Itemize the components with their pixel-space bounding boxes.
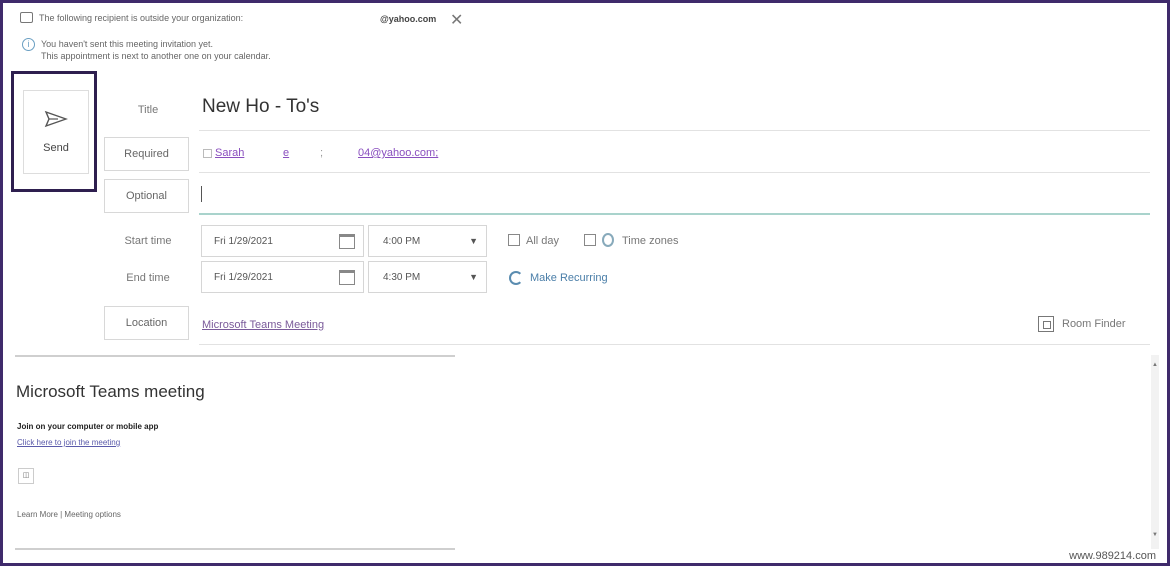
body-divider-bottom bbox=[15, 548, 455, 550]
watermark: www.989214.com bbox=[1065, 549, 1160, 563]
location-underline bbox=[199, 344, 1150, 345]
end-date-input[interactable]: Fri 1/29/2021 bbox=[201, 261, 364, 293]
make-recurring-button[interactable]: Make Recurring bbox=[530, 272, 608, 284]
room-finder-button[interactable]: Room Finder bbox=[1062, 318, 1126, 330]
send-icon bbox=[44, 110, 68, 128]
end-date-value: Fri 1/29/2021 bbox=[214, 271, 273, 283]
start-time-value: 4:00 PM bbox=[383, 235, 421, 247]
attendee-email[interactable]: 04@yahoo.com; bbox=[358, 147, 438, 159]
info-icon: i bbox=[22, 38, 35, 51]
conflict-text: This appointment is next to another one … bbox=[41, 51, 271, 61]
required-button[interactable]: Required bbox=[104, 137, 189, 171]
join-heading: Join on your computer or mobile app bbox=[17, 422, 159, 431]
end-time-select[interactable]: 4:30 PM ▼ bbox=[368, 261, 487, 293]
all-day-label: All day bbox=[526, 235, 560, 247]
title-input[interactable]: New Ho - To's bbox=[202, 96, 319, 118]
all-day-checkbox[interactable] bbox=[508, 234, 520, 246]
start-time-label: Start time bbox=[124, 235, 172, 247]
end-time-label: End time bbox=[126, 272, 170, 284]
calendar-icon[interactable] bbox=[339, 270, 355, 285]
send-button[interactable]: Send bbox=[23, 90, 89, 174]
chevron-down-icon: ▼ bbox=[469, 236, 478, 246]
external-domain: @yahoo.com bbox=[380, 14, 437, 24]
recurrence-icon bbox=[509, 271, 523, 285]
join-meeting-link[interactable]: Click here to join the meeting bbox=[17, 438, 120, 447]
location-input[interactable]: Microsoft Teams Meeting bbox=[202, 319, 324, 331]
attendee-initial[interactable]: e bbox=[283, 147, 289, 159]
start-time-select[interactable]: 4:00 PM ▼ bbox=[368, 225, 487, 257]
room-finder-icon[interactable] bbox=[1038, 316, 1054, 332]
end-time-value: 4:30 PM bbox=[383, 271, 421, 283]
meeting-options-link[interactable]: Learn More | Meeting options bbox=[17, 510, 121, 519]
body-scrollbar[interactable] bbox=[1151, 355, 1159, 555]
title-label: Title bbox=[137, 104, 159, 116]
attendee-name[interactable]: Sarah bbox=[215, 147, 244, 159]
title-underline bbox=[199, 130, 1150, 131]
external-notice-text: The following recipient is outside your … bbox=[39, 12, 244, 23]
chevron-down-icon: ▼ bbox=[469, 272, 478, 282]
optional-button[interactable]: Optional bbox=[104, 179, 189, 213]
not-sent-notice: i You haven't sent this meeting invitati… bbox=[22, 38, 271, 62]
time-zones-checkbox[interactable] bbox=[584, 234, 596, 246]
globe-icon bbox=[602, 233, 614, 247]
optional-input-underline bbox=[199, 213, 1150, 215]
teams-meeting-title: Microsoft Teams meeting bbox=[16, 382, 205, 401]
body-divider-top bbox=[15, 355, 455, 357]
image-placeholder-icon: ◫ bbox=[18, 468, 34, 484]
scroll-up-icon[interactable]: ▲ bbox=[1151, 362, 1159, 368]
calendar-icon[interactable] bbox=[339, 234, 355, 249]
attendee-checkbox bbox=[203, 149, 212, 158]
start-date-input[interactable]: Fri 1/29/2021 bbox=[201, 225, 364, 257]
start-date-value: Fri 1/29/2021 bbox=[214, 235, 273, 247]
attendee-separator: ; bbox=[320, 147, 324, 159]
send-highlight: Send bbox=[11, 71, 97, 192]
not-sent-text: You haven't sent this meeting invitation… bbox=[41, 39, 213, 49]
external-recipient-notice: The following recipient is outside your … bbox=[20, 12, 243, 23]
optional-input-caret[interactable] bbox=[201, 186, 202, 202]
people-icon bbox=[20, 12, 33, 23]
location-button[interactable]: Location bbox=[104, 306, 189, 340]
time-zones-label: Time zones bbox=[622, 235, 679, 247]
required-underline bbox=[199, 172, 1150, 173]
send-label: Send bbox=[43, 142, 69, 154]
scroll-down-icon[interactable]: ▼ bbox=[1151, 532, 1159, 538]
close-icon[interactable]: ✕ bbox=[450, 10, 463, 30]
